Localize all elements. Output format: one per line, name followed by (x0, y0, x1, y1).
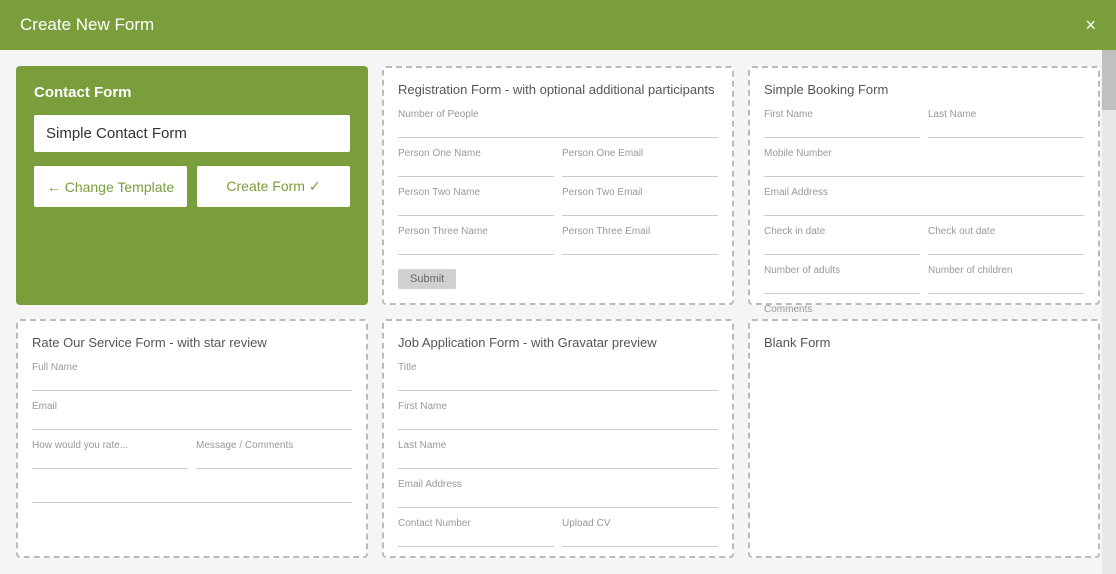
template-card-booking[interactable]: Simple Booking Form First Name Last Name… (748, 66, 1100, 305)
mock-submit-registration: Submit (398, 269, 456, 289)
mock-field-fullname: Full Name (32, 362, 352, 395)
template-card-rate-service[interactable]: Rate Our Service Form - with star review… (16, 319, 368, 558)
mock-row-person-one: Person One Name Person One Email (398, 148, 718, 181)
contact-form-card: Contact Form ← Change Template Create Fo… (16, 66, 368, 305)
template-title-registration: Registration Form - with optional additi… (398, 82, 718, 97)
template-card-job-application[interactable]: Job Application Form - with Gravatar pre… (382, 319, 734, 558)
mock-field-email: Email Address (764, 187, 1084, 220)
contact-form-title: Contact Form (34, 84, 350, 101)
modal-body: Contact Form ← Change Template Create Fo… (0, 50, 1116, 574)
mock-field-title: Title (398, 362, 718, 395)
mock-row-checkin: Check in date Check out date (764, 226, 1084, 259)
template-title-blank: Blank Form (764, 335, 1084, 350)
template-title-rate-service: Rate Our Service Form - with star review (32, 335, 352, 350)
modal-title: Create New Form (20, 15, 154, 35)
change-template-button[interactable]: ← Change Template (34, 166, 187, 207)
mock-field-mobile: Mobile Number (764, 148, 1084, 181)
form-name-input[interactable] (34, 115, 350, 152)
mock-row-contact-cv: Contact Number Upload CV (398, 518, 718, 551)
mock-field-lastname: Last Name (398, 440, 718, 473)
template-title-booking: Simple Booking Form (764, 82, 1084, 97)
scrollbar-track[interactable] (1102, 50, 1116, 574)
mock-row-person-two: Person Two Name Person Two Email (398, 187, 718, 220)
close-button[interactable]: × (1085, 16, 1096, 34)
mock-row-adults: Number of adults Number of children (764, 265, 1084, 298)
scrollbar-thumb[interactable] (1102, 50, 1116, 110)
template-title-job-application: Job Application Form - with Gravatar pre… (398, 335, 718, 350)
mock-field-number-of-people: Number of People (398, 109, 718, 142)
mock-field-firstname: First Name (398, 401, 718, 434)
create-form-button[interactable]: Create Form ✓ (197, 166, 350, 207)
card-actions: ← Change Template Create Form ✓ (34, 166, 350, 207)
mock-row-names: First Name Last Name (764, 109, 1084, 142)
template-card-blank[interactable]: Blank Form (748, 319, 1100, 558)
template-card-registration[interactable]: Registration Form - with optional additi… (382, 66, 734, 305)
modal-header: Create New Form × (0, 0, 1116, 50)
mock-row-rating: How would you rate... Message / Comments (32, 440, 352, 473)
mock-field-email-rate: Email (32, 401, 352, 434)
mock-field-emailaddress: Email Address (398, 479, 718, 512)
modal-container: Create New Form × Contact Form ← Change … (0, 0, 1116, 574)
mock-row-person-three: Person Three Name Person Three Email (398, 226, 718, 259)
